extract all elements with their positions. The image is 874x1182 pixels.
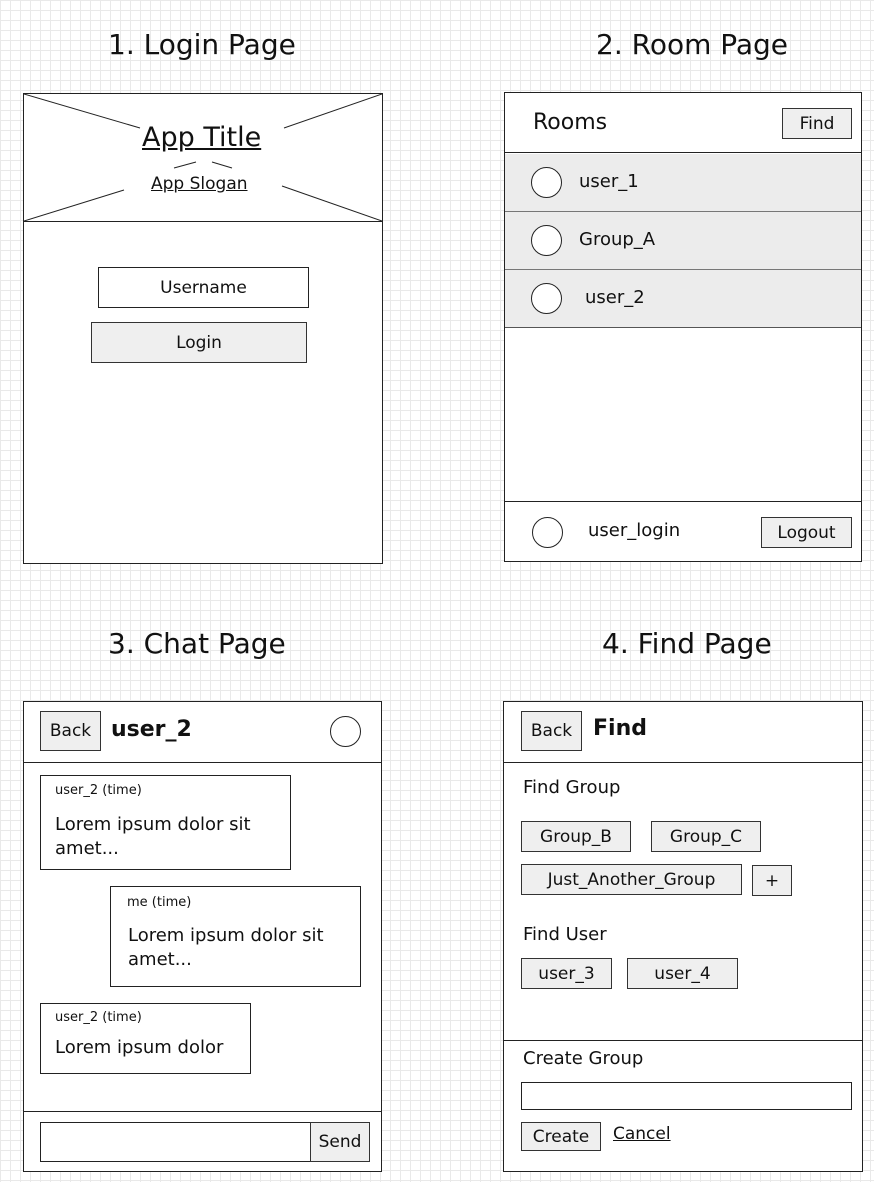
message-text: Lorem ipsum dolor sit amet... (55, 814, 251, 859)
message-bubble-own: me (time) Lorem ipsum dolor sit amet... (110, 886, 361, 987)
login-header-divider (24, 221, 382, 222)
create-group-divider (504, 1040, 862, 1041)
find-button[interactable]: Find (782, 108, 852, 139)
back-button[interactable]: Back (40, 711, 101, 751)
avatar (531, 225, 562, 256)
user-chip-user-4[interactable]: user_4 (627, 958, 738, 989)
room-name: user_2 (585, 287, 645, 308)
login-page-frame: App Title App Slogan Username Login (23, 93, 383, 564)
message-meta: me (time) (127, 895, 192, 910)
room-page-frame: Rooms Find user_1 Group_A user_2 user_lo… (504, 92, 862, 562)
login-button[interactable]: Login (91, 322, 307, 363)
rooms-title: Rooms (533, 110, 608, 135)
app-slogan: App Slogan (151, 174, 248, 194)
logout-button[interactable]: Logout (761, 517, 852, 548)
add-group-button[interactable]: + (752, 865, 792, 896)
message-text: Lorem ipsum dolor (55, 1037, 224, 1058)
message-meta: user_2 (time) (55, 1010, 142, 1025)
create-group-label: Create Group (523, 1048, 644, 1069)
current-user-name: user_login (588, 520, 681, 541)
find-page-frame: Back Find Find Group Group_B Group_C Jus… (503, 701, 863, 1172)
chat-page-heading: 3. Chat Page (108, 627, 286, 660)
login-header-image-placeholder: App Title App Slogan (24, 94, 382, 222)
username-input[interactable]: Username (98, 267, 309, 308)
room-item-user-2[interactable]: user_2 (505, 270, 861, 328)
rooms-header-divider (505, 152, 861, 153)
message-bubble: user_2 (time) Lorem ipsum dolor (40, 1003, 251, 1074)
avatar (531, 167, 562, 198)
message-input[interactable] (40, 1122, 311, 1162)
back-button[interactable]: Back (521, 711, 582, 751)
user-chip-user-3[interactable]: user_3 (521, 958, 612, 989)
login-page-heading: 1. Login Page (108, 28, 296, 61)
find-group-label: Find Group (523, 777, 621, 798)
send-button[interactable]: Send (310, 1122, 370, 1162)
message-text: Lorem ipsum dolor sit amet... (128, 925, 324, 970)
chat-header-divider (24, 762, 381, 763)
create-button[interactable]: Create (521, 1122, 601, 1151)
find-user-label: Find User (523, 924, 607, 945)
chat-avatar[interactable] (330, 716, 361, 747)
rooms-footer-divider (505, 501, 861, 502)
message-bubble: user_2 (time) Lorem ipsum dolor sit amet… (40, 775, 291, 870)
room-page-heading: 2. Room Page (596, 28, 789, 61)
room-name: Group_A (579, 229, 656, 250)
chat-page-frame: Back user_2 user_2 (time) Lorem ipsum do… (23, 701, 382, 1172)
group-chip-group-b[interactable]: Group_B (521, 821, 631, 852)
avatar (531, 283, 562, 314)
room-name: user_1 (579, 171, 639, 192)
find-title: Find (593, 716, 647, 741)
group-chip-group-c[interactable]: Group_C (651, 821, 761, 852)
placeholder-cross-icon (24, 94, 382, 222)
room-item-user-1[interactable]: user_1 (505, 154, 861, 212)
current-user-avatar (532, 517, 563, 548)
cancel-link[interactable]: Cancel (613, 1124, 671, 1144)
group-name-input[interactable] (521, 1082, 852, 1110)
chat-footer-divider (24, 1111, 381, 1112)
message-meta: user_2 (time) (55, 783, 142, 798)
room-item-group-a[interactable]: Group_A (505, 212, 861, 270)
group-chip-just-another-group[interactable]: Just_Another_Group (521, 864, 742, 895)
chat-title: user_2 (111, 717, 192, 742)
app-title: App Title (142, 122, 262, 153)
find-page-heading: 4. Find Page (602, 627, 772, 660)
find-header-divider (504, 762, 862, 763)
